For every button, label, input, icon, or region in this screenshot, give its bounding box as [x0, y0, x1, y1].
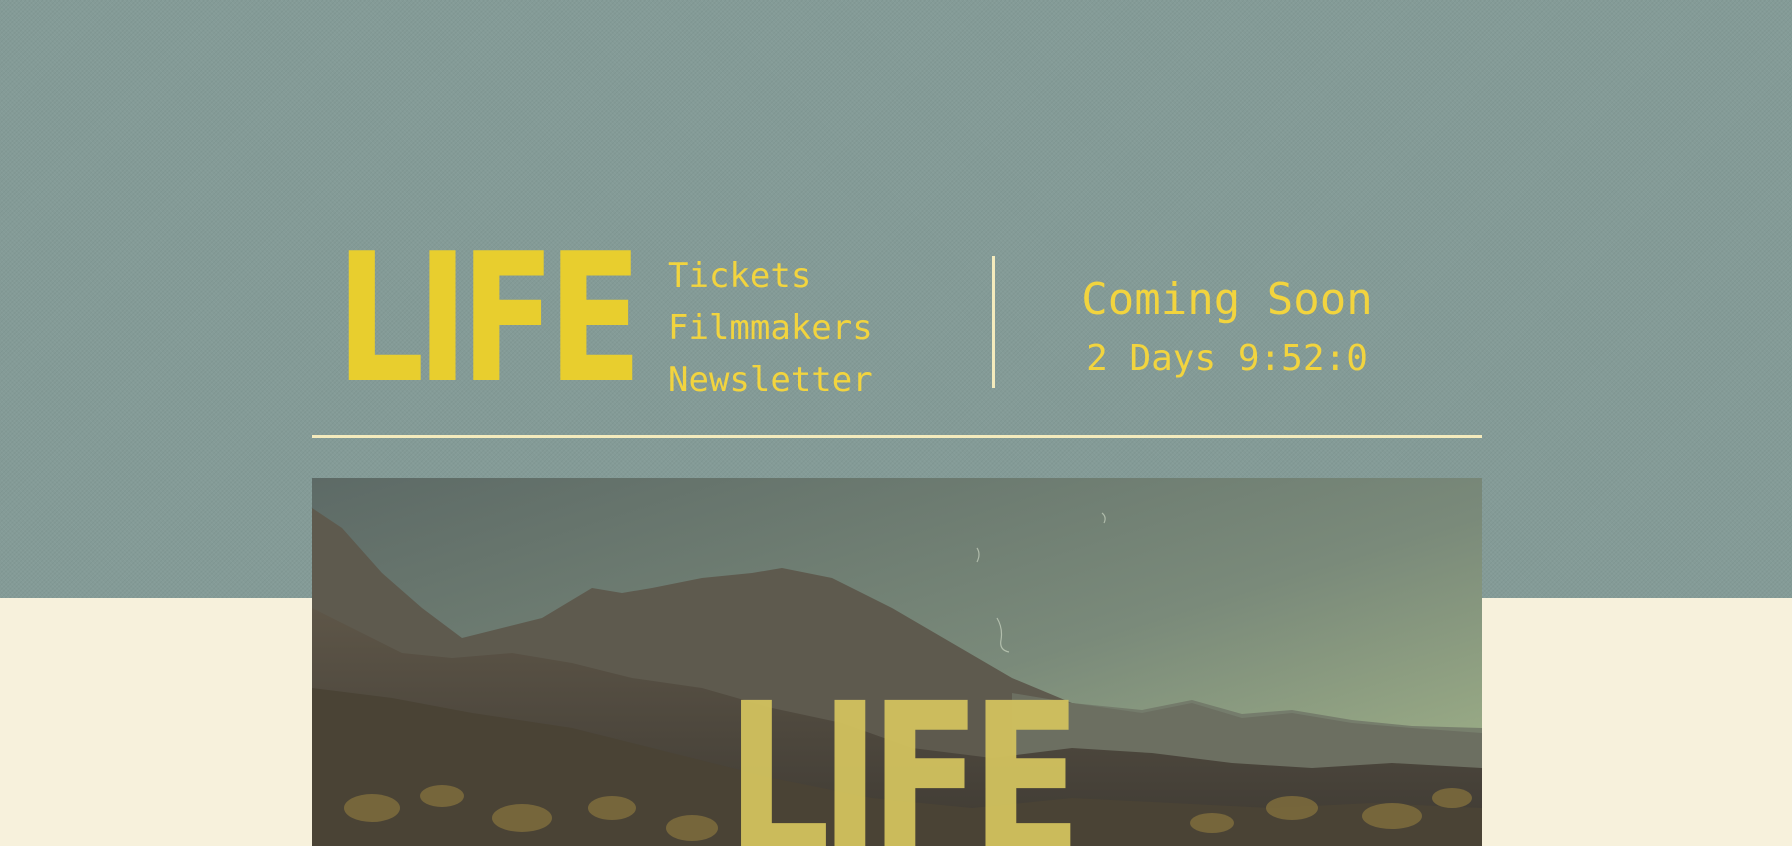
hero-title: LIFE — [726, 658, 1082, 846]
main-nav: Tickets Filmmakers Newsletter — [668, 250, 873, 406]
nav-item-newsletter[interactable]: Newsletter — [668, 354, 873, 406]
site-header: LIFE Tickets Filmmakers Newsletter Comin… — [312, 230, 1482, 440]
release-countdown: 2 Days 9:52:0 — [1086, 338, 1368, 379]
site-logo[interactable]: LIFE — [336, 230, 642, 408]
nav-item-filmmakers[interactable]: Filmmakers — [668, 302, 873, 354]
release-status: Coming Soon — [1081, 274, 1373, 325]
hero-image: LIFE — [312, 478, 1482, 846]
header-divider — [312, 435, 1482, 438]
header-vertical-divider — [992, 256, 995, 388]
nav-item-tickets[interactable]: Tickets — [668, 250, 873, 302]
